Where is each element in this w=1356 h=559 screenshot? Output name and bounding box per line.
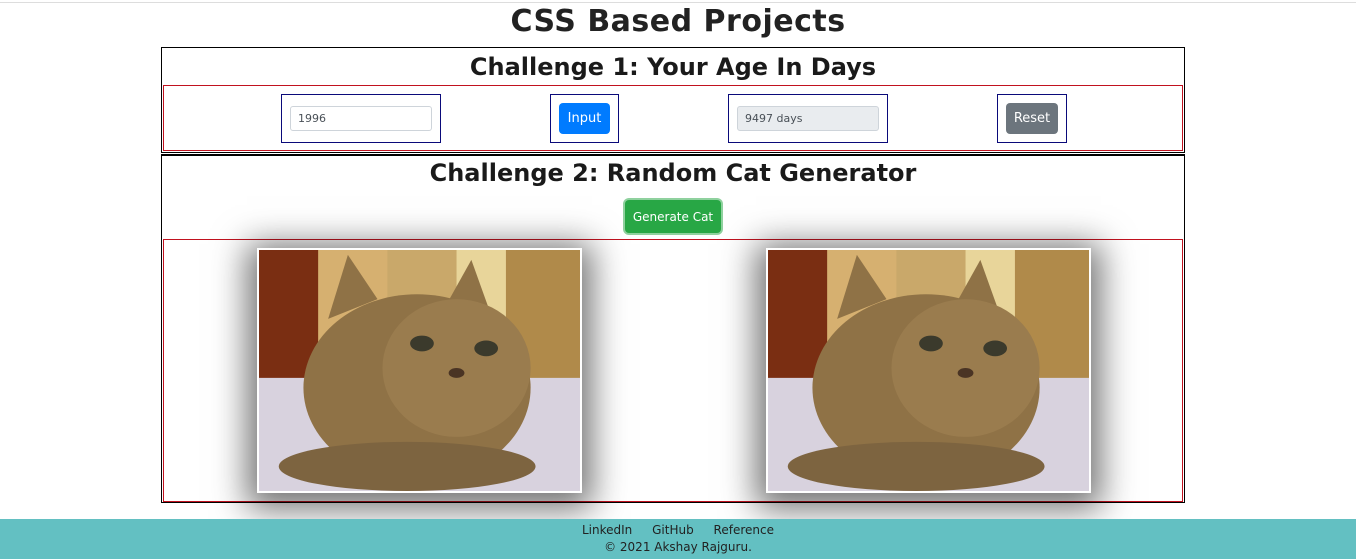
page-title: CSS Based Projects [510,4,846,39]
cat-image [766,248,1091,493]
input-button-cell: Input [550,94,619,143]
result-cell [728,94,888,143]
challenge-1-section: Challenge 1: Your Age In Days Input Rese… [161,47,1185,153]
copyright-text: © 2021 Akshay Rajguru. [604,540,752,554]
footer-link-reference[interactable]: Reference [714,523,774,537]
challenge-2-section: Challenge 2: Random Cat Generator Genera… [161,154,1185,503]
cat-image [257,248,582,493]
reset-button[interactable]: Reset [1006,103,1058,134]
birth-year-input[interactable] [290,106,432,131]
challenge-2-title: Challenge 2: Random Cat Generator [429,159,917,187]
age-in-days-result [737,106,879,131]
generate-cat-button[interactable]: Generate Cat [625,200,721,233]
birth-year-cell [281,94,441,143]
challenge-1-title: Challenge 1: Your Age In Days [469,53,877,81]
input-button[interactable]: Input [559,103,610,134]
challenge-1-controls: Input Reset [163,85,1183,151]
footer: LinkedIn GitHub Reference © 2021 Akshay … [0,519,1356,559]
reset-button-cell: Reset [997,94,1067,143]
cat-image-area [163,239,1183,502]
footer-links: LinkedIn GitHub Reference [0,519,1356,538]
footer-link-github[interactable]: GitHub [652,523,694,537]
footer-link-linkedin[interactable]: LinkedIn [582,523,632,537]
